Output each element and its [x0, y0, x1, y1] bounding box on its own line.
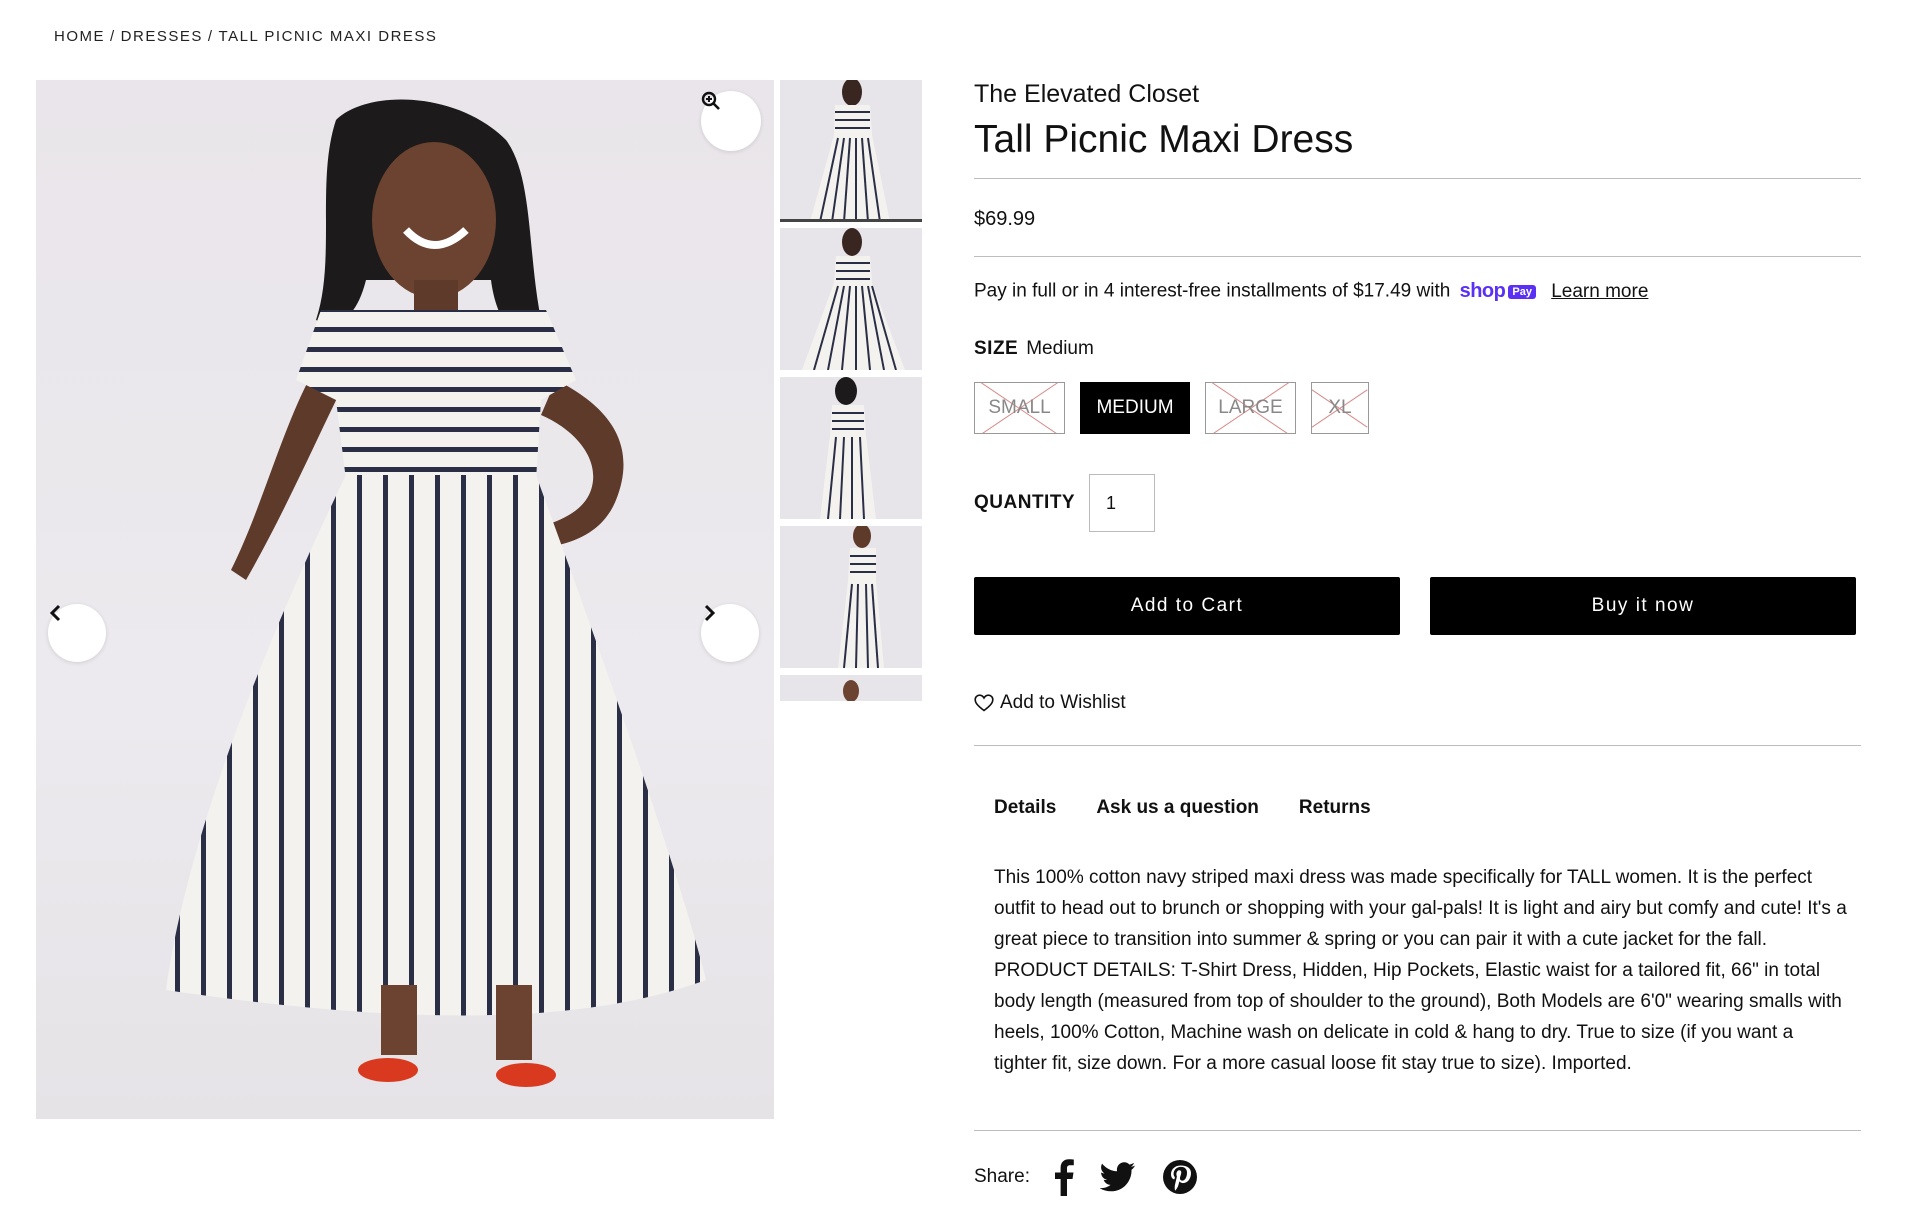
size-option-medium[interactable]: MEDIUM	[1080, 382, 1190, 434]
product-description: This 100% cotton navy striped maxi dress…	[994, 867, 1847, 1074]
breadcrumb-home[interactable]: HOME	[54, 28, 105, 45]
twitter-icon	[1099, 1162, 1135, 1192]
divider	[974, 745, 1861, 746]
share-label: Share:	[974, 1166, 1030, 1187]
size-option-xl[interactable]: XL	[1311, 382, 1369, 434]
thumbnail-image	[780, 228, 922, 370]
divider	[974, 178, 1861, 179]
learn-more-link[interactable]: Learn more	[1551, 281, 1648, 302]
thumbnail-3[interactable]	[780, 377, 922, 519]
model-photo	[166, 99, 706, 1087]
product-price: $69.99	[974, 208, 1036, 230]
next-image-button[interactable]	[701, 604, 759, 662]
main-product-image[interactable]	[36, 80, 774, 1119]
tab-returns[interactable]: Returns	[1299, 797, 1371, 819]
share-facebook[interactable]	[1054, 1158, 1074, 1196]
product-title: Tall Picnic Maxi Dress	[974, 118, 1354, 161]
zoom-button[interactable]	[701, 91, 761, 151]
facebook-icon	[1054, 1159, 1074, 1196]
breadcrumb: HOME / DRESSES / TALL PICNIC MAXI DRESS	[54, 28, 437, 45]
thumbnail-1[interactable]	[780, 80, 922, 222]
shop-pay-logo: shop Pay	[1460, 280, 1536, 303]
shop-pay-pay: Pay	[1508, 284, 1536, 299]
shop-pay-shop: shop	[1459, 280, 1506, 302]
thumbnail-5[interactable]	[780, 675, 922, 701]
share-twitter[interactable]	[1099, 1162, 1136, 1192]
breadcrumb-current: TALL PICNIC MAXI DRESS	[218, 28, 438, 45]
thumbnail-4[interactable]	[780, 526, 922, 668]
product-brand[interactable]: The Elevated Closet	[974, 80, 1199, 109]
size-selected-value: Medium	[1026, 338, 1094, 359]
thumbnail-image	[780, 675, 922, 701]
size-heading: SIZE Medium	[974, 338, 1094, 360]
previous-image-button[interactable]	[48, 604, 106, 662]
quantity-input[interactable]	[1089, 474, 1155, 532]
tab-details[interactable]: Details	[994, 797, 1056, 819]
zoom-in-icon	[701, 91, 720, 110]
buy-now-button[interactable]: Buy it now	[1430, 577, 1856, 635]
size-label: SIZE	[974, 338, 1019, 359]
chevron-right-icon	[704, 604, 716, 622]
thumbnail-image	[780, 526, 922, 668]
installments-info: Pay in full or in 4 interest-free instal…	[974, 280, 1648, 303]
breadcrumb-dresses[interactable]: DRESSES	[121, 28, 203, 45]
thumbnail-image	[780, 80, 922, 219]
breadcrumb-separator: /	[207, 28, 214, 45]
add-to-cart-button[interactable]: Add to Cart	[974, 577, 1400, 635]
divider	[974, 256, 1861, 257]
thumbnail-image	[780, 377, 922, 519]
size-option-large[interactable]: LARGE	[1205, 382, 1296, 434]
size-option-label: LARGE	[1218, 397, 1283, 418]
size-option-small[interactable]: SMALL	[974, 382, 1065, 434]
tab-ask-question[interactable]: Ask us a question	[1096, 797, 1259, 819]
add-to-wishlist-button[interactable]: Add to Wishlist	[974, 692, 1126, 714]
product-tabs: Details Ask us a question Returns	[994, 797, 1411, 819]
heart-icon	[974, 694, 994, 712]
thumbnail-2[interactable]	[780, 228, 922, 370]
share-pinterest[interactable]	[1162, 1159, 1198, 1195]
size-option-label: SMALL	[988, 397, 1051, 418]
wishlist-label: Add to Wishlist	[1000, 692, 1126, 713]
divider	[974, 1130, 1861, 1131]
chevron-left-icon	[49, 604, 61, 622]
size-option-label: MEDIUM	[1096, 397, 1174, 418]
breadcrumb-separator: /	[110, 28, 116, 45]
installments-text: Pay in full or in 4 interest-free instal…	[974, 280, 1451, 302]
size-option-label: XL	[1328, 397, 1352, 418]
quantity-label: QUANTITY	[974, 492, 1076, 513]
share-bar: Share:	[974, 1158, 1224, 1196]
pinterest-icon	[1162, 1160, 1197, 1194]
